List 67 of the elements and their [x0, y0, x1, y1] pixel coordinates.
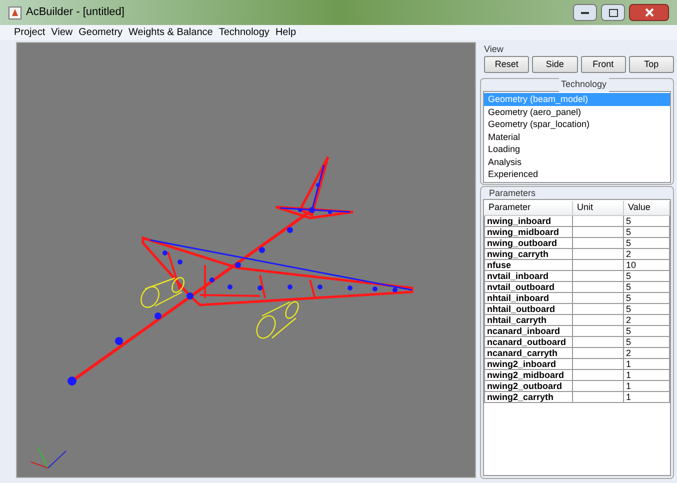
table-cell: 1 [624, 358, 670, 370]
view-label: View [483, 43, 504, 56]
minimize-icon [581, 11, 589, 14]
table-cell: 5 [624, 292, 670, 304]
technology-list-item[interactable]: Loading [484, 143, 670, 156]
menu-item[interactable]: Help [275, 25, 296, 40]
view-button[interactable]: Reset [484, 56, 530, 73]
view-button[interactable]: Top [628, 56, 674, 73]
table-cell: 2 [624, 348, 670, 358]
menu-item[interactable]: Geometry [78, 25, 123, 40]
table-cell: nwing_carryth [484, 248, 572, 260]
table-cell: nhtail_outboard [484, 304, 572, 314]
engine-drawing [140, 277, 184, 308]
table-cell: nvtail_inboard [484, 270, 572, 282]
engine-drawing [256, 301, 299, 339]
table-cell: 2 [624, 314, 670, 326]
table-cell: nwing_inboard [484, 216, 572, 226]
table-cell: 2 [624, 248, 670, 260]
table-cell: 1 [624, 370, 670, 380]
table-cell: nfuse [484, 260, 572, 270]
menu-item[interactable]: Weights & Balance [128, 25, 213, 40]
close-button[interactable] [629, 4, 669, 21]
close-icon [644, 8, 654, 17]
table-cell: nwing2_inboard [484, 358, 572, 370]
table-cell: 1 [624, 380, 670, 392]
maximize-icon [608, 8, 618, 16]
table-cell: 5 [624, 226, 670, 238]
axes-icon [30, 446, 66, 469]
table-cell: nwing2_midboard [484, 370, 572, 380]
table-cell: 1 [624, 392, 670, 402]
technology-list-item[interactable]: Analysis [484, 156, 670, 168]
column-header[interactable]: Unit [572, 200, 624, 216]
table-cell: nwing2_carryth [484, 392, 572, 402]
parameters-group-title: Parameters [488, 186, 537, 198]
technology-group-title: Technology [559, 78, 609, 92]
technology-list-item[interactable]: Geometry (spar_location) [484, 118, 670, 130]
technology-list-item[interactable]: Material [484, 130, 670, 143]
menu-item[interactable]: Technology [218, 25, 270, 40]
window-title: AcBuilder - [untitled] [26, 5, 124, 20]
table-cell: 5 [624, 238, 670, 248]
table-cell: ncanard_carryth [484, 348, 572, 358]
table-cell: 10 [624, 260, 670, 270]
table-cell: nwing2_outboard [484, 380, 572, 392]
table-cell: 5 [624, 326, 670, 336]
table-cell: ncanard_outboard [484, 336, 572, 348]
column-header[interactable]: Parameter [484, 200, 572, 216]
app-icon [8, 6, 22, 20]
view-button[interactable]: Side [532, 56, 578, 73]
table-cell: nhtail_carryth [484, 314, 572, 326]
menu-item[interactable]: View [51, 25, 73, 40]
table-cell: 5 [624, 216, 670, 226]
view-button[interactable]: Front [580, 56, 626, 73]
table-cell: nwing_midboard [484, 226, 572, 238]
table-cell: 5 [624, 336, 670, 348]
technology-list-item[interactable]: Experienced [484, 168, 670, 180]
table-cell: 5 [624, 282, 670, 292]
column-header[interactable]: Value [624, 200, 670, 216]
table-cell: 5 [624, 304, 670, 314]
table-cell: ncanard_inboard [484, 326, 572, 336]
technology-list-item[interactable]: Geometry (aero_panel) [484, 106, 670, 118]
table-cell: nvtail_outboard [484, 282, 572, 292]
table-cell: nhtail_inboard [484, 292, 572, 304]
maximize-button[interactable] [601, 4, 625, 21]
minimize-button[interactable] [573, 4, 597, 21]
table-cell: nwing_outboard [484, 238, 572, 248]
table-cell: 5 [624, 270, 670, 282]
menu-item[interactable]: Project [14, 25, 46, 40]
